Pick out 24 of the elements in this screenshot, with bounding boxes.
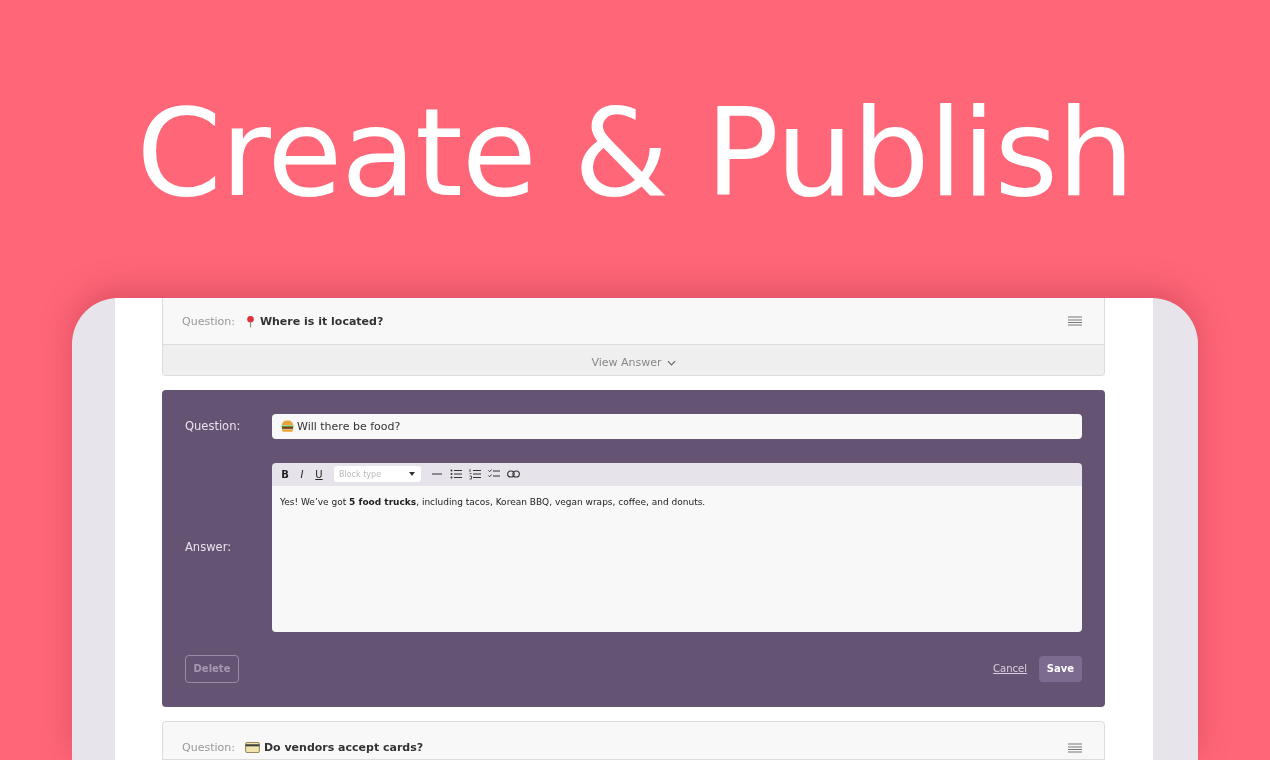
chevron-down-icon: [666, 359, 676, 366]
pin-icon: [244, 314, 256, 328]
link-icon[interactable]: [507, 470, 520, 479]
question-label: Question:: [185, 419, 242, 434]
caret-icon: [409, 472, 415, 477]
bold-button[interactable]: B: [280, 468, 290, 480]
answer-text: Yes! We’ve got 5 food trucks, including tacos, Korean BBQ, vegan wraps, coffee, and donuts.: [280, 496, 707, 507]
question-label: Question:: [182, 741, 235, 755]
drag-handle-icon[interactable]: [1068, 742, 1082, 753]
cancel-link[interactable]: Cancel: [993, 663, 1027, 675]
headline: Create & Publish: [136, 81, 1134, 218]
answer-editor[interactable]: Yes! We’ve got 5 food trucks, including tacos, Korean BBQ, vegan wraps, coffee, and donuts.: [272, 485, 1082, 632]
question-text: Do vendors accept cards?: [263, 741, 424, 755]
numbered-list-icon[interactable]: [469, 468, 481, 481]
drag-handle-icon[interactable]: [1068, 316, 1082, 326]
underline-button[interactable]: U: [314, 468, 324, 480]
bullet-list-icon[interactable]: [450, 468, 462, 481]
question-text: Where is it located?: [259, 314, 384, 328]
save-button[interactable]: Save: [1039, 655, 1082, 682]
answer-label: Answer:: [185, 540, 233, 555]
question-field[interactable]: Will there be food?: [272, 413, 1082, 439]
question-label: Question:: [182, 314, 235, 328]
italic-button[interactable]: I: [297, 468, 307, 480]
credit-card-icon: [244, 742, 260, 754]
